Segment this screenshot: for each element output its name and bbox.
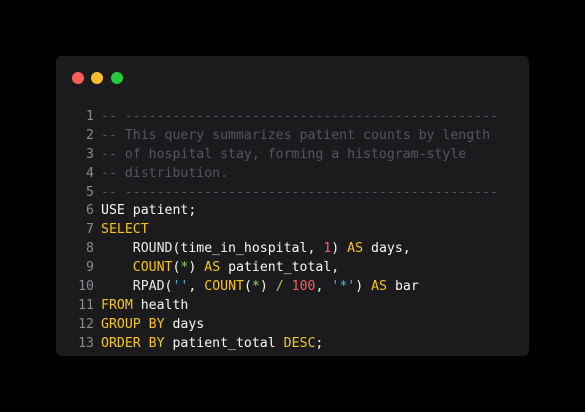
code-line: 10 RPAD('', COUNT(*) / 100, '*') AS bar xyxy=(56,278,529,297)
code-token-comment: -- distribution. xyxy=(101,165,229,181)
code-token-plain: bar xyxy=(387,279,419,295)
code-block[interactable]: 1 -- ------------------------------------… xyxy=(56,108,529,354)
code-line: 12 GROUP BY days xyxy=(56,316,529,335)
code-token-plain: days xyxy=(164,316,205,332)
code-token-keyword: AS xyxy=(204,260,221,276)
code-text: RPAD('', COUNT(*) / 100, '*') AS bar xyxy=(101,278,529,297)
code-line: 5 -- ------------------------------------… xyxy=(56,184,529,203)
code-text: GROUP BY days xyxy=(101,316,529,335)
code-token-plain: ) xyxy=(188,260,205,276)
code-text: -- -------------------------------------… xyxy=(101,108,529,127)
code-token-function: ROUND xyxy=(101,241,173,257)
close-button[interactable] xyxy=(72,72,84,84)
code-token-keyword: FROM xyxy=(101,297,133,313)
code-token-plain: USE patient; xyxy=(101,203,197,219)
code-token-keyword: SELECT xyxy=(101,222,149,238)
code-text: -- distribution. xyxy=(101,165,529,184)
code-token-keyword: DESC xyxy=(283,335,316,351)
code-text: -- of hospital stay, forming a histogram… xyxy=(101,146,529,165)
code-token-plain: ; xyxy=(315,335,324,351)
code-token-keyword: GROUP BY xyxy=(101,316,165,332)
line-number: 6 xyxy=(86,203,94,219)
line-number: 11 xyxy=(78,297,94,313)
code-token-number: 100 xyxy=(291,279,316,295)
code-token-operator: / xyxy=(275,279,284,295)
code-token-comment: -- -------------------------------------… xyxy=(101,184,498,200)
code-token-comment: -- -------------------------------------… xyxy=(101,109,498,124)
code-token-plain: , xyxy=(188,279,205,295)
code-token-string: '' xyxy=(172,279,189,295)
code-token-plain: ( xyxy=(243,279,252,295)
code-token-operator: * xyxy=(251,279,260,295)
code-token-plain: patient_total, xyxy=(220,260,340,276)
code-window: 1 -- ------------------------------------… xyxy=(56,56,529,356)
line-number: 12 xyxy=(78,316,94,332)
code-line: 9 COUNT(*) AS patient_total, xyxy=(56,259,529,278)
code-text: FROM health xyxy=(101,297,529,316)
line-number: 1 xyxy=(86,109,94,124)
code-token-string: '*' xyxy=(331,279,356,295)
code-text: -- This query summarizes patient counts … xyxy=(101,127,529,146)
code-line: 13 ORDER BY patient_total DESC; xyxy=(56,335,529,354)
code-text: USE patient; xyxy=(101,202,529,221)
line-number: 8 xyxy=(86,241,94,257)
code-line: 11 FROM health xyxy=(56,297,529,316)
code-text: ROUND(time_in_hospital, 1) AS days, xyxy=(101,240,529,259)
code-text: COUNT(*) AS patient_total, xyxy=(101,259,529,278)
code-text: SELECT xyxy=(101,221,529,240)
line-number: 5 xyxy=(86,184,94,200)
line-number: 2 xyxy=(86,127,94,143)
line-number: 7 xyxy=(86,222,94,238)
line-number: 3 xyxy=(86,146,94,162)
line-number: 10 xyxy=(78,279,94,295)
line-number: 9 xyxy=(86,260,94,276)
code-line: 3 -- of hospital stay, forming a histogra… xyxy=(56,146,529,165)
code-token-plain: ) xyxy=(331,241,348,257)
code-token-keyword: ORDER BY xyxy=(101,335,165,351)
code-token-keyword: COUNT xyxy=(132,260,173,276)
code-line: 2 -- This query summarizes patient counts… xyxy=(56,127,529,146)
code-token-plain: patient_total xyxy=(164,335,284,351)
code-token-keyword: AS xyxy=(347,241,364,257)
line-number: 13 xyxy=(78,335,94,351)
code-token-function: RPAD xyxy=(101,279,165,295)
code-line: 8 ROUND(time_in_hospital, 1) AS days, xyxy=(56,240,529,259)
code-line: 7 SELECT xyxy=(56,221,529,240)
minimize-button[interactable] xyxy=(91,72,103,84)
code-token-plain: ) xyxy=(259,279,276,295)
code-token-plain: days, xyxy=(363,241,411,257)
code-token-plain: ) xyxy=(355,279,372,295)
code-token-keyword: COUNT xyxy=(204,279,244,295)
code-token-plain: , xyxy=(315,279,332,295)
code-text: ORDER BY patient_total DESC; xyxy=(101,335,529,354)
line-number: 4 xyxy=(86,165,94,181)
code-token-plain: health xyxy=(132,297,189,313)
code-token-plain: (time_in_hospital, xyxy=(172,241,324,257)
code-token-comment: -- This query summarizes patient counts … xyxy=(101,127,491,143)
code-line: 4 -- distribution. xyxy=(56,165,529,184)
code-line: 1 -- ------------------------------------… xyxy=(56,108,529,127)
code-line: 6 USE patient; xyxy=(56,202,529,221)
maximize-button[interactable] xyxy=(111,72,123,84)
code-token-comment: -- of hospital stay, forming a histogram… xyxy=(101,146,467,162)
code-text: -- -------------------------------------… xyxy=(101,184,529,203)
code-token-keyword: AS xyxy=(371,279,387,295)
